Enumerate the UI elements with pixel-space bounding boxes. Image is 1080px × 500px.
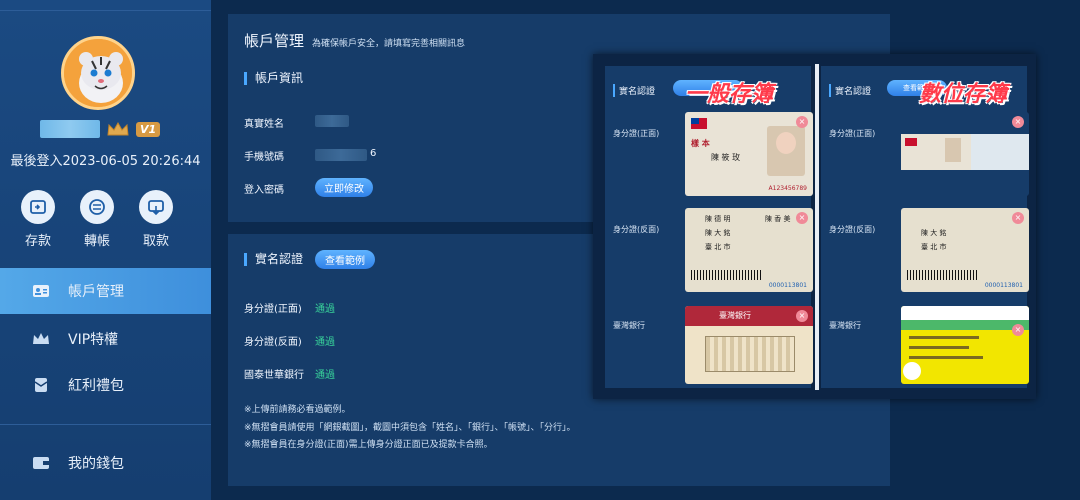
example-label: 臺灣銀行	[613, 321, 645, 330]
avatar[interactable]	[61, 36, 135, 110]
id-back-mother: 陳 香 美	[765, 215, 791, 223]
menu-item-vip[interactable]: VIP特權	[0, 316, 211, 362]
id-back-spouse: 陳 大 銘	[921, 229, 947, 237]
close-icon: ×	[796, 212, 808, 224]
bank-name: 臺灣銀行	[719, 311, 751, 320]
tiger-avatar-icon	[64, 39, 132, 107]
phone-suffix: 6	[370, 148, 377, 159]
sidebar: V1 最後登入2023-06-05 20:26:44 存款 轉帳 取款 帳戶管理…	[0, 0, 211, 500]
sample-stamp: 樣 本	[691, 139, 710, 148]
digital-bank-sample: ×	[901, 306, 1029, 384]
vip-crown-icon	[107, 121, 129, 136]
close-icon: ×	[796, 310, 808, 322]
withdraw-button[interactable]: 取款	[126, 190, 186, 249]
menu-item-account[interactable]: 帳戶管理	[0, 268, 211, 314]
verify-status: 通過	[315, 304, 335, 315]
real-name-masked	[315, 115, 349, 127]
example-section-title: 實名認證	[829, 84, 871, 97]
deposit-label: 存款	[24, 234, 51, 249]
example-label: 身分證(反面)	[829, 225, 876, 234]
example-label: 身分證(正面)	[829, 129, 876, 138]
id-number: A123456789	[768, 185, 807, 192]
id-card-icon	[32, 282, 50, 300]
withdraw-label: 取款	[142, 234, 169, 249]
sidebar-divider	[0, 10, 211, 11]
menu-item-bonus[interactable]: 紅利禮包	[0, 362, 211, 408]
deposit-button[interactable]: 存款	[8, 190, 68, 249]
vip-level-badge: V1	[136, 121, 161, 137]
verify-item-label: 國泰世華銀行	[244, 370, 304, 381]
close-icon: ×	[1012, 212, 1024, 224]
example-label: 身分證(正面)	[613, 129, 660, 138]
id-front-strip	[901, 134, 1029, 170]
account-info-heading: 帳戶資訊	[244, 72, 303, 85]
example-section-title: 實名認證	[613, 84, 655, 97]
change-password-button[interactable]: 立即修改	[315, 178, 373, 197]
digital-passbook-title: 數位存簿	[919, 82, 1008, 107]
example-divider	[815, 64, 819, 390]
phone-masked	[315, 149, 367, 161]
verification-heading: 實名認證	[244, 253, 303, 266]
barcode-number: 0000113801	[768, 282, 807, 289]
user-name-masked	[40, 120, 100, 138]
id-front-name: 陳 筱 玫	[711, 153, 741, 162]
verify-item-label: 身分證(反面)	[244, 337, 302, 348]
menu-item-wallet-label: 我的錢包	[68, 456, 124, 472]
page-hint: 為確保帳戶安全，請填寫完善相關訊息	[312, 39, 466, 49]
transfer-icon	[80, 190, 114, 224]
barcode-number: 0000113801	[984, 282, 1023, 289]
close-icon: ×	[1012, 324, 1024, 336]
close-icon: ×	[796, 116, 808, 128]
example-popup[interactable]: 實名認證 一般存簿 身分證(正面) 樣 本 陳 筱 玫 A123456789 ×…	[593, 54, 1036, 399]
menu-item-wallet[interactable]: 我的錢包	[0, 440, 211, 486]
barcode	[691, 270, 761, 280]
digital-id-front-sample: ×	[901, 112, 1029, 196]
transfer-label: 轉帳	[83, 234, 110, 249]
view-example-button[interactable]: 查看範例	[315, 250, 375, 269]
deposit-icon	[21, 190, 55, 224]
verify-status: 通過	[315, 337, 335, 348]
verify-status: 通過	[315, 370, 335, 381]
example-label: 臺灣銀行	[829, 321, 861, 330]
id-back-spouse: 陳 大 銘	[705, 229, 731, 237]
upload-note: ※無摺會員請使用「網銀截圖」，截圖中須包含「姓名」、「銀行」、「帳號」、「分行」…	[244, 423, 576, 433]
menu-item-vip-label: VIP特權	[68, 332, 119, 348]
phone-label: 手機號碼	[244, 152, 284, 163]
user-row: V1	[40, 118, 161, 140]
real-name-label: 真實姓名	[244, 119, 284, 130]
menu-item-account-label: 帳戶管理	[68, 284, 124, 300]
menu-item-bonus-label: 紅利禮包	[68, 378, 124, 394]
portrait-photo	[767, 126, 805, 176]
withdraw-icon	[139, 190, 173, 224]
id-front-sample: 樣 本 陳 筱 玫 A123456789 ×	[685, 112, 813, 196]
example-label: 身分證(反面)	[613, 225, 660, 234]
upload-note: ※上傳前請務必看過範例。	[244, 405, 351, 415]
wallet-icon	[32, 454, 50, 472]
page-title: 帳戶管理	[244, 32, 305, 50]
envelope-icon	[32, 376, 50, 394]
standard-passbook-title: 一般存簿	[685, 82, 774, 107]
menu-divider	[0, 424, 211, 425]
id-back-sample: 陳 德 明 陳 香 美 陳 大 銘 臺 北 市 0000113801 ×	[685, 208, 813, 292]
crown-icon	[32, 330, 50, 348]
verify-item-label: 身分證(正面)	[244, 304, 302, 315]
barcode	[907, 270, 977, 280]
flag-icon	[691, 118, 707, 129]
digital-bank-header	[901, 306, 1029, 320]
close-icon: ×	[1012, 116, 1024, 128]
id-back-city: 臺 北 市	[705, 243, 731, 251]
bank-building-image	[705, 336, 795, 372]
example-panel-digital: 實名認證 查看範例 數位存簿 身分證(正面) × 身分證(反面) 陳 大 銘 臺…	[821, 66, 1029, 388]
example-panel-standard: 實名認證 一般存簿 身分證(正面) 樣 本 陳 筱 玫 A123456789 ×…	[605, 66, 813, 388]
transfer-button[interactable]: 轉帳	[67, 190, 127, 249]
bank-passbook-sample: 臺灣銀行 ×	[685, 306, 813, 384]
last-login-text: 最後登入2023-06-05 20:26:44	[10, 154, 201, 169]
id-back-father: 陳 德 明	[705, 215, 731, 223]
upload-note: ※無摺會員在身分證(正面)需上傳身分證正面已及提款卡合照。	[244, 440, 493, 450]
password-label: 登入密碼	[244, 185, 284, 196]
digital-id-back-sample: 陳 大 銘 臺 北 市 0000113801 ×	[901, 208, 1029, 292]
id-back-city: 臺 北 市	[921, 243, 947, 251]
